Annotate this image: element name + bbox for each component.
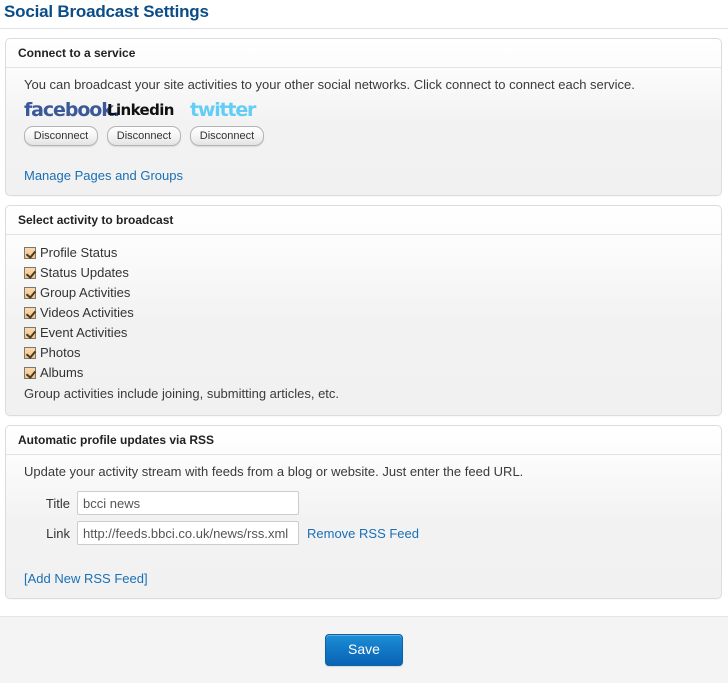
activity-row-profile-status[interactable]: Profile Status — [24, 243, 709, 263]
page-header: Social Broadcast Settings — [0, 0, 728, 29]
page-title: Social Broadcast Settings — [4, 2, 209, 21]
service-linkedin: Linked in — [107, 99, 190, 121]
activity-label: Status Updates — [40, 265, 129, 280]
twitter-disconnect-button[interactable]: Disconnect — [190, 126, 264, 146]
rss-link-input[interactable] — [77, 521, 299, 545]
activity-section-body: Profile Status Status Updates Group Acti… — [6, 235, 721, 415]
checkbox-event-activities[interactable] — [24, 327, 36, 339]
rss-panel: Automatic profile updates via RSS Update… — [5, 425, 722, 599]
checkbox-videos-activities[interactable] — [24, 307, 36, 319]
service-twitter: twitter — [190, 99, 273, 121]
facebook-logo-text: facebook — [24, 99, 114, 121]
activity-label: Event Activities — [40, 325, 128, 340]
connect-section-header: Connect to a service — [6, 39, 721, 68]
rss-section-description: Update your activity stream with feeds f… — [24, 464, 524, 479]
rss-link-label: Link — [46, 525, 70, 541]
checkbox-profile-status[interactable] — [24, 247, 36, 259]
linkedin-in-badge: in — [159, 101, 174, 119]
footer-spacer — [0, 599, 728, 616]
disconnect-buttons-row: Disconnect Disconnect Disconnect — [24, 126, 709, 146]
activity-label: Group Activities — [40, 285, 131, 300]
activity-label: Profile Status — [40, 245, 118, 260]
add-rss-wrapper: [Add New RSS Feed] — [24, 545, 709, 586]
facebook-disconnect-button[interactable]: Disconnect — [24, 126, 98, 146]
activity-section-note: Group activities include joining, submit… — [24, 386, 340, 401]
activity-row-albums[interactable]: Albums — [24, 363, 709, 383]
activity-label: Albums — [40, 365, 84, 380]
rss-link-field-row: Link Remove RSS Feed — [24, 521, 709, 545]
rss-title-label: Title — [45, 495, 70, 511]
activity-row-status-updates[interactable]: Status Updates — [24, 263, 709, 283]
activity-row-group-activities[interactable]: Group Activities — [24, 283, 709, 303]
rss-title-input[interactable] — [77, 491, 299, 515]
save-button[interactable]: Save — [325, 634, 403, 666]
footer-bar: Save — [0, 616, 728, 683]
linkedin-disconnect-button[interactable]: Disconnect — [107, 126, 181, 146]
linkedin-logo-text: Linked — [107, 101, 160, 119]
rss-title-field-row: Title — [24, 491, 709, 515]
linkedin-logo: Linked in — [107, 99, 190, 121]
manage-pages-and-groups-link[interactable]: Manage Pages and Groups — [24, 168, 183, 183]
twitter-logo-text: twitter — [190, 99, 256, 121]
connect-section-description: You can broadcast your site activities t… — [24, 77, 635, 92]
activity-row-event-activities[interactable]: Event Activities — [24, 323, 709, 343]
services-row: facebook. Linked in twitter — [24, 99, 709, 121]
activity-label: Videos Activities — [40, 305, 134, 320]
activity-row-photos[interactable]: Photos — [24, 343, 709, 363]
add-new-rss-feed-link[interactable]: [Add New RSS Feed] — [24, 571, 148, 586]
activity-checkbox-list: Profile Status Status Updates Group Acti… — [24, 241, 709, 383]
checkbox-albums[interactable] — [24, 367, 36, 379]
service-facebook: facebook. — [24, 99, 120, 121]
remove-rss-feed-link[interactable]: Remove RSS Feed — [307, 526, 419, 541]
connect-section-body: You can broadcast your site activities t… — [6, 68, 721, 195]
activity-section-header: Select activity to broadcast — [6, 206, 721, 235]
manage-link-wrapper: Manage Pages and Groups — [24, 146, 709, 183]
rss-section-header: Automatic profile updates via RSS — [6, 426, 721, 455]
checkbox-photos[interactable] — [24, 347, 36, 359]
checkbox-status-updates[interactable] — [24, 267, 36, 279]
facebook-logo: facebook. — [24, 99, 120, 121]
twitter-logo: twitter — [190, 99, 273, 121]
connect-to-service-panel: Connect to a service You can broadcast y… — [5, 38, 722, 196]
activity-row-videos-activities[interactable]: Videos Activities — [24, 303, 709, 323]
select-activity-panel: Select activity to broadcast Profile Sta… — [5, 205, 722, 416]
activity-label: Photos — [40, 345, 81, 360]
checkbox-group-activities[interactable] — [24, 287, 36, 299]
rss-section-body: Update your activity stream with feeds f… — [6, 455, 721, 598]
